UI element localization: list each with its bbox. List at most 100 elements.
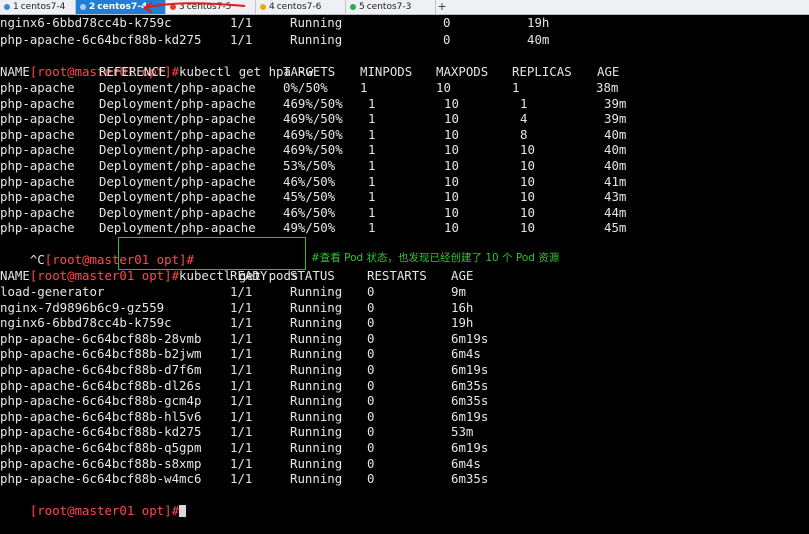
hpa-name: php-apache [0,80,75,95]
hpa-reference: Deployment/php-apache [99,204,256,220]
hpa-age: 43m [604,189,627,205]
hpa-targets: 53%/50% [283,158,336,173]
pod-ready: 1/1 [230,377,253,393]
pod-row: php-apache-6c64bcf88b-b2jwm 1/1 Running 0 6m… [0,346,809,362]
pod-ready: 1/1 [230,315,253,331]
column-header: NAME [0,64,30,79]
pod-age: 6m35s [451,377,489,393]
hpa-age: 40m [604,158,627,173]
highlight-box [118,237,306,270]
hpa-targets: 469%/50% [283,111,343,127]
hpa-name: php-apache [0,204,75,220]
text-cursor [179,505,187,518]
pod-status: Running [290,424,343,440]
hpa-replicas: 1 [512,80,520,95]
pod-restarts: 0 [367,346,375,362]
pod-row: php-apache-6c64bcf88b-s8xmp 1/1 Running 0 6m… [0,456,809,472]
pod-age: 16h [451,299,474,315]
hpa-replicas: 8 [520,126,528,142]
pod-age: 6m19s [451,440,489,455]
pod-name: nginx-7d9896b6c9-gz559 [0,299,165,315]
pod-ready: 1/1 [230,471,253,487]
hpa-maxpods: 10 [444,95,459,111]
command-line: [root@master01 opt]# [0,487,187,518]
pod-ready: 1/1 [230,32,253,47]
hpa-row: php-apache Deployment/php-apache 469%/50% 1… [0,142,809,158]
pod-age: 6m4s [451,455,481,471]
hpa-name: php-apache [0,173,75,189]
hpa-replicas: 1 [520,95,528,111]
pod-ready: 1/1 [230,15,253,30]
pod-row: nginx-7d9896b6c9-gz559 1/1 Running 0 16h [0,300,809,316]
pod-line: nginx6-6bbd78cc4b-k759c 1/1 Running 0 19… [0,15,809,31]
hpa-reference: Deployment/php-apache [99,189,256,205]
hpa-maxpods: 10 [444,189,459,205]
pod-row: php-apache-6c64bcf88b-dl26s 1/1 Running 0 6m… [0,378,809,394]
hpa-name: php-apache [0,158,75,173]
pod-age: 6m19s [451,408,489,424]
hpa-maxpods: 10 [444,142,459,158]
hpa-name: php-apache [0,142,75,158]
pod-restarts: 0 [367,330,375,346]
new-tab-button[interactable]: + [437,0,447,14]
column-header: NAME [0,268,30,283]
pod-restarts: 0 [367,299,375,315]
hpa-age: 44m [604,204,627,220]
pod-row: php-apache-6c64bcf88b-kd275 1/1 Running 0 53… [0,424,809,440]
pod-status: Running [290,393,343,409]
hpa-targets: 46%/50% [283,173,336,189]
pod-name: php-apache-6c64bcf88b-w4mc6 [0,471,202,487]
hpa-minpods: 1 [368,189,376,205]
hpa-replicas: 10 [520,173,535,189]
pod-name: php-apache-6c64bcf88b-s8xmp [0,455,202,471]
pod-age: 6m19s [451,330,489,346]
column-header: REPLICAS [512,64,572,79]
shell-prompt: [root@master01 opt]# [29,502,180,518]
tab-label: centos7-4 [20,2,66,12]
tab-session-4[interactable]: 4 centos7-6 [256,0,346,14]
hpa-name: php-apache [0,111,75,127]
pod-line: php-apache-6c64bcf88b-kd275 1/1 Running … [0,32,809,48]
pod-name: php-apache-6c64bcf88b-28vmb [0,330,202,346]
hpa-age: 38m [596,80,619,95]
column-header: MAXPODS [436,64,489,79]
tab-session-5[interactable]: 5 centos7-3 [346,0,436,14]
pod-status: Running [290,455,343,471]
pod-age: 19h [527,15,550,30]
hpa-header-row: NAME REFERENCE TARGETS MINPODS MAXPODS R… [0,64,809,80]
column-header: AGE [451,268,474,283]
hpa-row: php-apache Deployment/php-apache 0%/50% 1 10… [0,80,809,96]
pod-name: php-apache-6c64bcf88b-kd275 [0,424,202,440]
hpa-minpods: 1 [368,126,376,142]
pod-ready: 1/1 [230,330,253,346]
status-dot-icon [260,4,266,10]
hpa-age: 41m [604,173,627,189]
hpa-maxpods: 10 [444,158,459,173]
pod-ready: 1/1 [230,408,253,424]
pod-row: php-apache-6c64bcf88b-hl5v6 1/1 Running 0 6m… [0,409,809,425]
column-header: TARGETS [283,64,336,79]
pod-status: Running [290,284,343,299]
hpa-name: php-apache [0,95,75,111]
pod-status: Running [290,440,343,455]
hpa-age: 39m [604,95,627,111]
pod-row: php-apache-6c64bcf88b-d7f6m 1/1 Running 0 6m… [0,362,809,378]
pod-restarts: 0 [443,15,451,30]
tab-session-1[interactable]: 1 centos7-4 [0,0,76,14]
hpa-minpods: 1 [368,204,376,220]
pod-name: php-apache-6c64bcf88b-kd275 [0,32,202,47]
column-header: READY [230,268,268,283]
hpa-age: 40m [604,142,627,158]
pod-restarts: 0 [367,455,375,471]
hpa-row: php-apache Deployment/php-apache 469%/50% 1… [0,96,809,112]
hpa-row: php-apache Deployment/php-apache 469%/50% 1… [0,127,809,143]
hpa-row: php-apache Deployment/php-apache 45%/50% 1 1… [0,189,809,205]
hpa-maxpods: 10 [444,220,459,236]
hpa-replicas: 10 [520,142,535,158]
hpa-name: php-apache [0,189,75,205]
status-dot-icon [350,4,356,10]
hpa-row: php-apache Deployment/php-apache 53%/50% 1 1… [0,158,809,174]
pod-ready: 1/1 [230,346,253,362]
hpa-age: 39m [604,111,627,127]
pod-restarts: 0 [367,424,375,440]
